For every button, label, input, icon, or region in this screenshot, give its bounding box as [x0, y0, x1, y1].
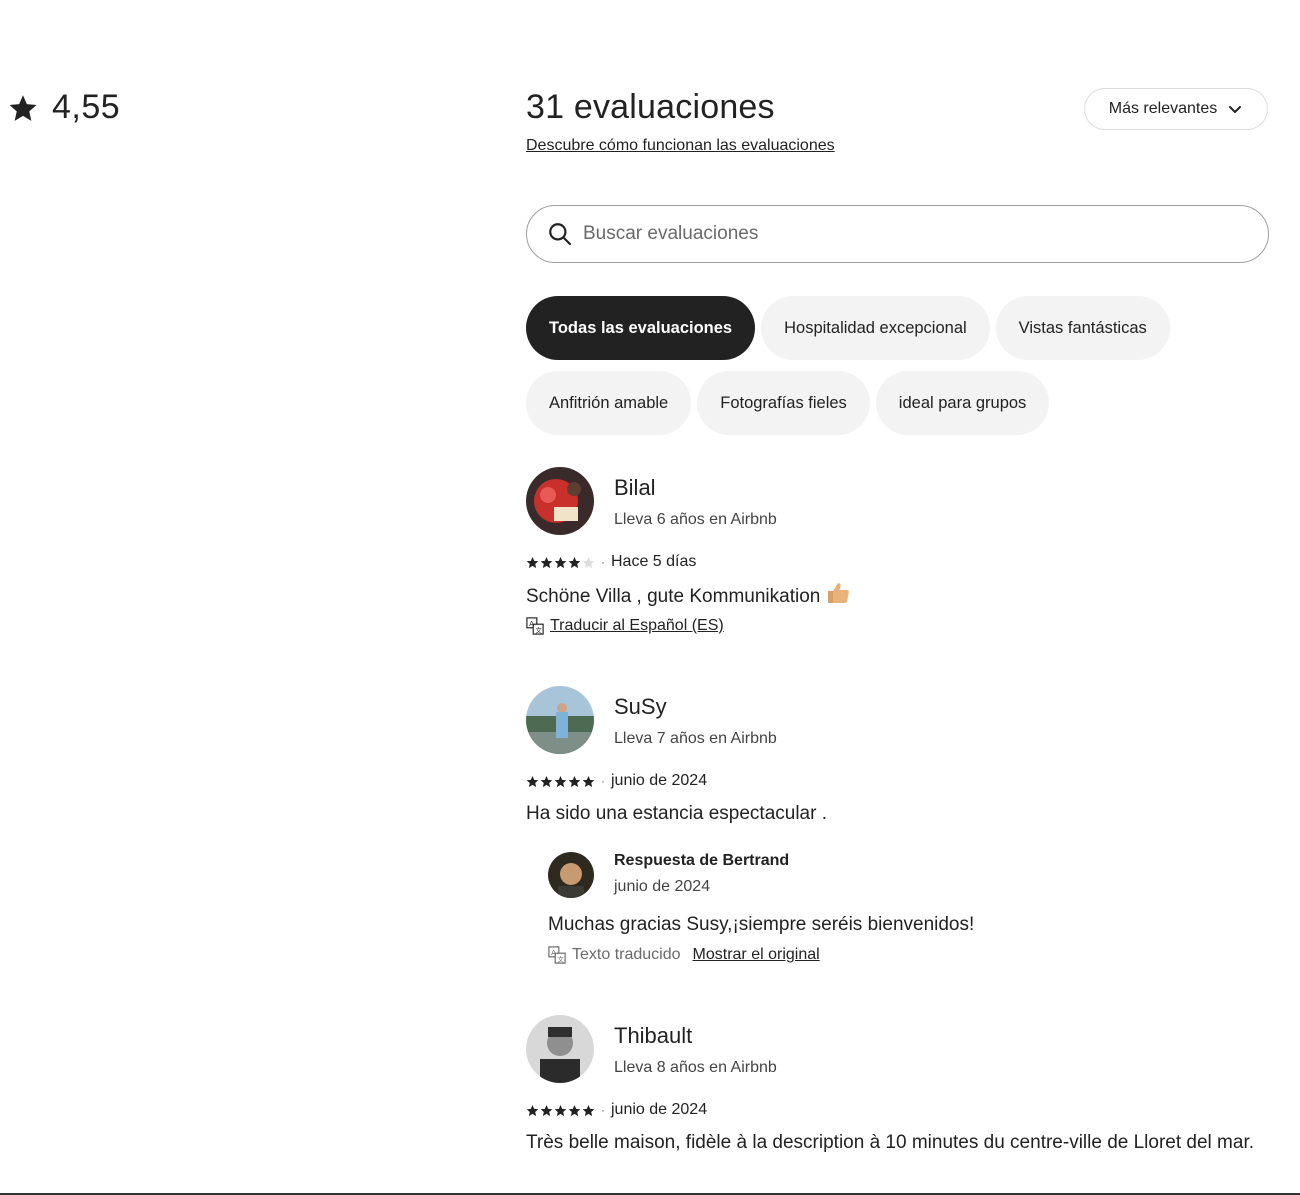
svg-text:A: A	[529, 619, 534, 628]
filter-chips-row-1: Todas las evaluaciones Hospitalidad exce…	[526, 296, 1170, 360]
review-item: Bilal Lleva 6 años en Airbnb · Hace 5 dí…	[526, 467, 1270, 635]
translate-link[interactable]: Traducir al Español (ES)	[550, 617, 724, 635]
star-filled-icon	[540, 556, 553, 568]
reviewer-name: Bilal	[614, 475, 656, 500]
review-text-wrap: Schöne Villa , gute Kommunikation	[526, 581, 1270, 611]
how-reviews-work-link[interactable]: Descubre cómo funcionan las evaluaciones	[526, 137, 835, 155]
chip-groups[interactable]: ideal para grupos	[875, 371, 1050, 435]
separator-dot: ·	[601, 555, 605, 569]
avatar[interactable]	[526, 1015, 594, 1083]
star-filled-icon	[540, 775, 553, 787]
star-empty-icon	[582, 556, 595, 568]
star-filled-icon	[582, 775, 595, 787]
star-filled-icon	[526, 1104, 539, 1116]
star-filled-icon	[540, 1104, 553, 1116]
review-item: SuSy Lleva 7 años en Airbnb · junio de 2…	[526, 686, 1270, 964]
separator-dot: ·	[601, 774, 605, 788]
chip-accurate-photos[interactable]: Fotografías fieles	[697, 371, 870, 435]
star-filled-icon	[568, 1104, 581, 1116]
review-text: Schöne Villa , gute Kommunikation	[526, 586, 821, 607]
star-rating	[526, 1104, 595, 1117]
chip-hospitality[interactable]: Hospitalidad excepcional	[761, 296, 990, 360]
reviewer: Bilal Lleva 6 años en Airbnb	[526, 467, 1270, 535]
response-date: junio de 2024	[614, 878, 711, 895]
sort-label: Más relevantes	[1108, 100, 1218, 117]
star-filled-icon	[526, 775, 539, 787]
show-original-link[interactable]: Mostrar el original	[693, 946, 820, 964]
reviewer-name: SuSy	[614, 694, 667, 719]
overall-rating-value: 4,55	[52, 88, 121, 126]
host-response: Respuesta de Bertrand junio de 2024 Much…	[548, 852, 1270, 964]
star-rating	[526, 775, 595, 788]
reviewer-tenure: Lleva 7 años en Airbnb	[614, 730, 777, 747]
filter-chips-row-2: Anfitrión amable Fotografías fieles idea…	[526, 371, 1050, 435]
chevron-down-icon	[1229, 106, 1242, 113]
star-filled-icon	[568, 556, 581, 568]
search-reviews-field[interactable]	[526, 205, 1269, 263]
translated-label: Texto traducido	[572, 946, 681, 963]
star-filled-icon	[582, 1104, 595, 1116]
reviews-count-title: 31 evaluaciones	[526, 88, 775, 126]
search-input[interactable]	[583, 223, 1223, 245]
svg-text:文: 文	[535, 625, 542, 634]
svg-text:文: 文	[557, 954, 564, 963]
translate-icon: A 文	[526, 617, 544, 635]
search-icon	[549, 223, 572, 246]
review-date: Hace 5 días	[611, 553, 697, 570]
chip-friendly-host[interactable]: Anfitrión amable	[526, 371, 692, 435]
chip-views[interactable]: Vistas fantásticas	[995, 296, 1170, 360]
review-date: junio de 2024	[611, 772, 708, 789]
star-filled-icon	[526, 556, 539, 568]
star-filled-icon	[554, 775, 567, 787]
reviews-page: 4,55 31 evaluaciones Descubre cómo funci…	[0, 0, 1300, 1195]
response-text: Muchas gracias Susy,¡siempre seréis bien…	[548, 914, 975, 935]
host-avatar[interactable]	[548, 852, 594, 898]
avatar[interactable]	[526, 467, 594, 535]
review-item: Thibault Lleva 8 años en Airbnb · junio …	[526, 1015, 1270, 1157]
review-text: Très belle maison, fidèle à la descripti…	[526, 1132, 1255, 1153]
chip-all-reviews[interactable]: Todas las evaluaciones	[526, 296, 756, 360]
overall-rating: 4,55	[8, 88, 120, 127]
translate-icon: A 文	[548, 946, 566, 964]
review-text: Ha sido una estancia espectacular .	[526, 803, 828, 824]
star-icon	[9, 94, 37, 121]
thumbs-up-icon	[827, 583, 849, 603]
response-title: Respuesta de Bertrand	[614, 852, 790, 869]
reviewer: Thibault Lleva 8 años en Airbnb	[526, 1015, 1270, 1083]
sort-dropdown[interactable]: Más relevantes	[1084, 88, 1268, 130]
star-rating	[526, 556, 595, 569]
reviewer-name: Thibault	[614, 1023, 693, 1048]
svg-text:A: A	[551, 948, 556, 957]
star-filled-icon	[568, 775, 581, 787]
separator-dot: ·	[601, 1103, 605, 1117]
reviewer-tenure: Lleva 8 años en Airbnb	[614, 1059, 777, 1076]
avatar[interactable]	[526, 686, 594, 754]
star-filled-icon	[554, 556, 567, 568]
review-date: junio de 2024	[611, 1101, 708, 1118]
reviewer: SuSy Lleva 7 años en Airbnb	[526, 686, 1270, 754]
star-filled-icon	[554, 1104, 567, 1116]
reviewer-tenure: Lleva 6 años en Airbnb	[614, 511, 777, 528]
